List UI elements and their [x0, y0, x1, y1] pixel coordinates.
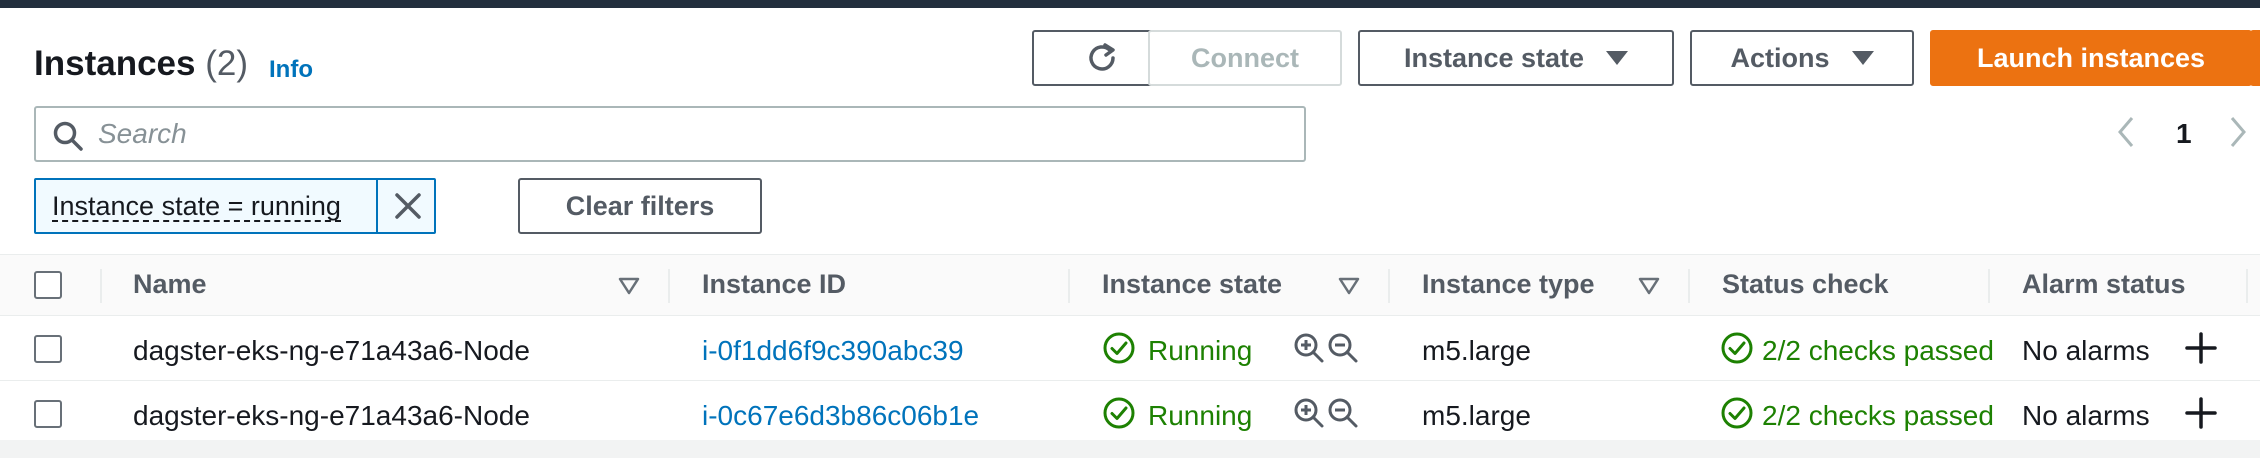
check-circle-icon	[1103, 397, 1135, 429]
check-circle-icon	[1721, 332, 1753, 364]
column-divider	[1688, 269, 1690, 303]
console-top-bar	[0, 0, 2260, 8]
add-alarm-icon[interactable]	[2184, 396, 2218, 430]
check-circle-icon	[1103, 332, 1135, 364]
search-box	[34, 106, 1306, 162]
column-header-name[interactable]: Name	[133, 269, 207, 300]
add-alarm-icon[interactable]	[2184, 331, 2218, 365]
instance-id-link[interactable]: i-0f1dd6f9c390abc39	[702, 335, 964, 367]
alarm-status-value: No alarms	[2022, 400, 2150, 431]
chevron-left-icon[interactable]	[2114, 114, 2138, 150]
table-row[interactable]: dagster-eks-ng-e71a43a6-Node i-0f1dd6f9c…	[0, 317, 2260, 381]
column-header-status-check[interactable]: Status check	[1722, 269, 1889, 300]
column-divider	[1068, 269, 1070, 303]
instance-id-link[interactable]: i-0c67e6d3b86c06b1e	[702, 400, 979, 432]
connect-button[interactable]: Connect	[1148, 30, 1342, 86]
remove-filter-button[interactable]	[376, 178, 438, 234]
instance-count: (2)	[205, 44, 248, 83]
table-header: Name Instance ID Instance state Instance…	[0, 254, 2260, 316]
clear-filters-button[interactable]: Clear filters	[518, 178, 762, 234]
refresh-icon	[1089, 43, 1115, 71]
column-divider	[1988, 269, 1990, 303]
caret-down-icon	[1851, 51, 1874, 65]
column-header-instance-type[interactable]: Instance type	[1422, 269, 1595, 300]
row-checkbox[interactable]	[34, 335, 62, 363]
chevron-right-icon[interactable]	[2226, 114, 2250, 150]
status-check-value: 2/2 checks passed	[1762, 335, 1994, 366]
actions-dropdown[interactable]: Actions	[1690, 30, 1914, 86]
instance-type-value: m5.large	[1422, 400, 1531, 431]
instance-state-dropdown[interactable]: Instance state	[1358, 30, 1674, 86]
current-page-number[interactable]: 1	[2176, 118, 2192, 150]
column-header-instance-id[interactable]: Instance ID	[702, 269, 846, 300]
zoom-in-icon[interactable]	[1292, 331, 1326, 365]
sort-icon[interactable]	[618, 277, 640, 295]
launch-instances-split-button[interactable]	[2250, 30, 2260, 86]
column-header-instance-state[interactable]: Instance state	[1102, 269, 1282, 300]
actions-dropdown-label: Actions	[1730, 42, 1830, 73]
instance-name: dagster-eks-ng-e71a43a6-Node	[133, 335, 530, 366]
select-all-checkbox[interactable]	[34, 271, 62, 299]
caret-down-icon	[1606, 51, 1629, 65]
instance-state-value: Running	[1148, 335, 1253, 366]
close-icon	[395, 193, 421, 219]
zoom-out-icon[interactable]	[1326, 396, 1360, 430]
status-check-value: 2/2 checks passed	[1762, 400, 1994, 431]
column-divider	[668, 269, 670, 303]
page-title-text: Instances	[34, 44, 196, 83]
table-row[interactable]: dagster-eks-ng-e71a43a6-Node i-0c67e6d3b…	[0, 382, 2260, 446]
instance-type-value: m5.large	[1422, 335, 1531, 366]
search-icon	[53, 121, 83, 151]
info-link[interactable]: Info	[269, 56, 313, 84]
column-divider	[1388, 269, 1390, 303]
column-divider	[100, 269, 102, 303]
column-divider	[2246, 269, 2248, 303]
filter-token-label[interactable]: Instance state = running	[52, 192, 341, 222]
row-checkbox[interactable]	[34, 400, 62, 428]
instances-panel: Instances (2) Info Connect Instance stat…	[0, 8, 2260, 446]
launch-instances-button[interactable]: Launch instances	[1930, 30, 2252, 86]
check-circle-icon	[1721, 397, 1753, 429]
sort-icon[interactable]	[1638, 277, 1660, 295]
alarm-status-value: No alarms	[2022, 335, 2150, 366]
zoom-in-icon[interactable]	[1292, 396, 1326, 430]
instance-state-value: Running	[1148, 400, 1253, 431]
page-background	[0, 440, 2260, 458]
sort-icon[interactable]	[1338, 277, 1360, 295]
column-header-alarm-status[interactable]: Alarm status	[2022, 269, 2186, 300]
instance-state-dropdown-label: Instance state	[1403, 42, 1585, 73]
instance-name: dagster-eks-ng-e71a43a6-Node	[133, 400, 530, 431]
page-title: Instances (2)	[34, 44, 248, 84]
filter-token: Instance state = running	[34, 178, 436, 234]
zoom-out-icon[interactable]	[1326, 331, 1360, 365]
search-input[interactable]	[98, 116, 1278, 152]
